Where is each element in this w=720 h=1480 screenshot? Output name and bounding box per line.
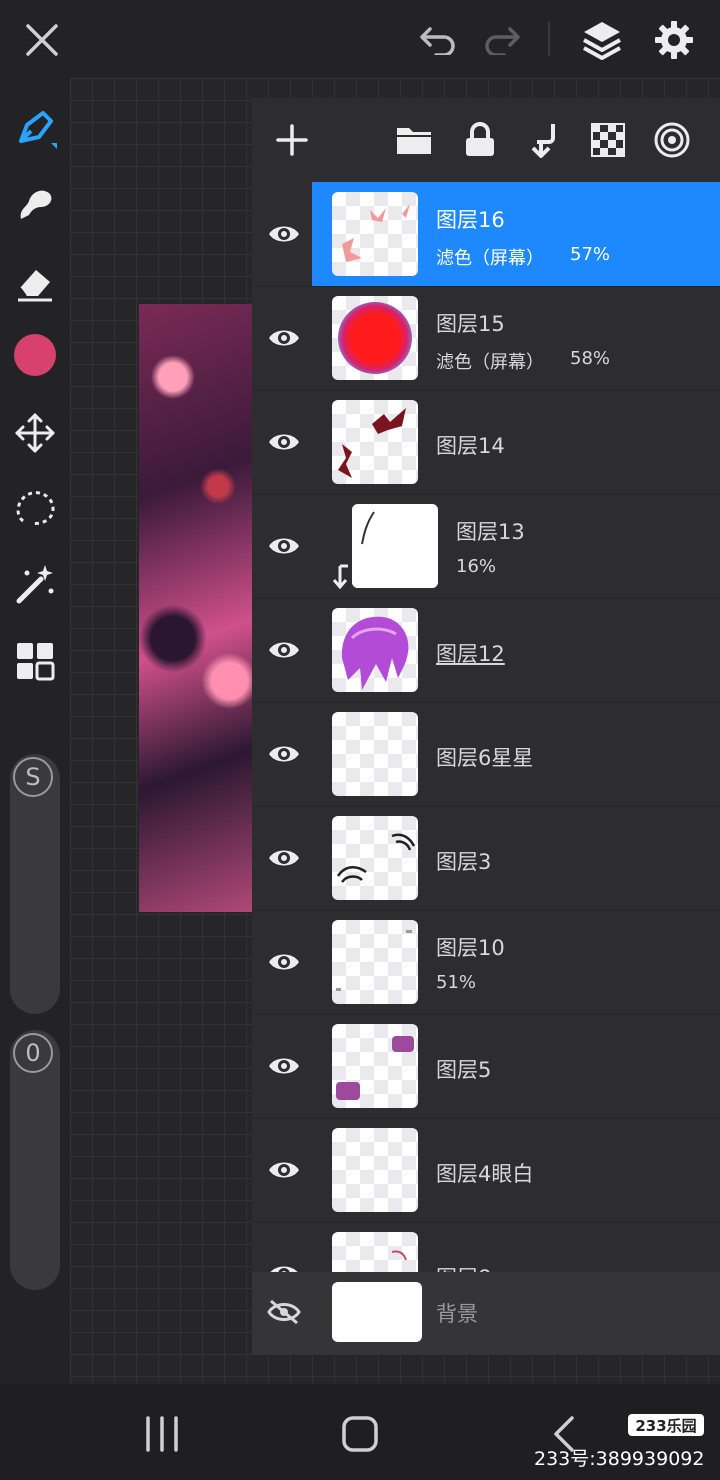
layer-name: 图层4眼白 bbox=[436, 1162, 534, 1186]
layer-thumbnail bbox=[332, 400, 418, 484]
home-icon[interactable] bbox=[340, 1414, 384, 1454]
layer-row[interactable]: 图层14 bbox=[252, 390, 720, 495]
magic-wand-icon[interactable] bbox=[8, 558, 62, 612]
eye-icon[interactable] bbox=[262, 732, 306, 776]
transparency-lock-icon[interactable] bbox=[586, 118, 630, 162]
eye-icon[interactable] bbox=[262, 1044, 306, 1088]
size-slider-knob[interactable]: S bbox=[13, 757, 53, 797]
folder-icon[interactable] bbox=[392, 118, 436, 162]
layer-name: 图层5 bbox=[436, 1058, 492, 1082]
layer-row[interactable]: 图层15 滤色（屏幕） 58% bbox=[252, 286, 720, 391]
layer-thumbnail bbox=[332, 920, 418, 1004]
eye-icon[interactable] bbox=[262, 524, 306, 568]
top-toolbar bbox=[0, 0, 720, 78]
layer-name: 背景 bbox=[436, 1302, 478, 1326]
eye-icon[interactable] bbox=[262, 316, 306, 360]
eye-icon[interactable] bbox=[262, 212, 306, 256]
redo-icon[interactable] bbox=[478, 18, 526, 62]
layer-row[interactable]: 图层5 bbox=[252, 1014, 720, 1119]
layer-thumbnail bbox=[332, 816, 418, 900]
eye-icon[interactable] bbox=[262, 836, 306, 880]
layer-thumbnail bbox=[332, 712, 418, 796]
layers-icon[interactable] bbox=[576, 14, 628, 66]
layer-thumbnail bbox=[352, 504, 438, 588]
layer-row[interactable]: 图层4眼白 bbox=[252, 1118, 720, 1223]
eye-icon[interactable] bbox=[262, 1148, 306, 1192]
recent-apps-icon[interactable] bbox=[140, 1414, 184, 1454]
layers-panel-header bbox=[252, 98, 720, 182]
lasso-select-icon[interactable] bbox=[8, 482, 62, 536]
toolbar-divider bbox=[548, 22, 550, 56]
layer-name: 图层12 bbox=[436, 642, 505, 666]
layer-name: 图层15 bbox=[436, 312, 505, 336]
layers-panel: 图层16 滤色（屏幕） 57% 图层15 滤色（屏幕） 58% 图层14 图层13 16% 图层1… bbox=[252, 98, 720, 1354]
opacity-slider-knob[interactable]: 0 bbox=[13, 1033, 53, 1073]
layer-thumbnail bbox=[332, 608, 418, 692]
blend-mode-icon[interactable] bbox=[650, 118, 694, 162]
smudge-tool-icon[interactable] bbox=[8, 178, 62, 232]
layer-name: 图层14 bbox=[436, 434, 505, 458]
layer-name: 图层6星星 bbox=[436, 746, 534, 770]
layer-name: 图层10 bbox=[436, 936, 505, 960]
brush-tool-icon[interactable] bbox=[8, 102, 62, 156]
eye-icon[interactable] bbox=[262, 940, 306, 984]
eraser-tool-icon[interactable] bbox=[8, 256, 62, 310]
add-layer-icon[interactable] bbox=[270, 118, 314, 162]
eye-icon[interactable] bbox=[262, 420, 306, 464]
transform-tool-icon[interactable] bbox=[8, 406, 62, 460]
layer-opacity: 58% bbox=[570, 348, 611, 369]
layer-thumbnail bbox=[332, 1024, 418, 1108]
lock-icon[interactable] bbox=[458, 118, 502, 162]
watermark-logo: 233乐园 bbox=[628, 1414, 704, 1436]
layer-thumbnail bbox=[332, 1128, 418, 1212]
merge-down-icon[interactable] bbox=[522, 118, 566, 162]
layer-name: 图层3 bbox=[436, 850, 492, 874]
eye-hidden-icon[interactable] bbox=[262, 1290, 306, 1334]
eye-icon[interactable] bbox=[262, 628, 306, 672]
layer-name: 图层13 bbox=[456, 520, 525, 544]
layer-row[interactable]: 图层13 16% bbox=[252, 494, 720, 599]
undo-icon[interactable] bbox=[414, 18, 462, 62]
layer-blend-mode: 滤色（屏幕） bbox=[436, 352, 544, 373]
color-picker-swatch[interactable] bbox=[8, 328, 62, 382]
layer-row[interactable]: 图层6星星 bbox=[252, 702, 720, 807]
clipping-arrow-icon bbox=[330, 564, 350, 590]
layer-opacity: 57% bbox=[570, 244, 611, 265]
layer-opacity: 16% bbox=[456, 556, 497, 577]
left-toolbar: S 0 bbox=[0, 78, 70, 1384]
layer-row[interactable]: 图层10 51% bbox=[252, 910, 720, 1015]
layer-thumbnail bbox=[332, 296, 418, 380]
layer-blend-mode: 滤色（屏幕） bbox=[436, 248, 544, 269]
layer-row[interactable]: 图层12 bbox=[252, 598, 720, 703]
layer-thumbnail bbox=[332, 192, 418, 276]
grid-menu-icon[interactable] bbox=[8, 634, 62, 688]
brush-size-slider[interactable]: S bbox=[10, 754, 60, 1014]
watermark-text: 233号:389939092 bbox=[534, 1448, 705, 1470]
close-icon[interactable] bbox=[20, 18, 64, 62]
gear-icon[interactable] bbox=[648, 14, 700, 66]
layer-thumbnail bbox=[332, 1282, 422, 1342]
layer-name: 图层16 bbox=[436, 208, 505, 232]
layer-row[interactable]: 图层3 bbox=[252, 806, 720, 911]
artwork-preview bbox=[139, 304, 252, 912]
layer-opacity: 51% bbox=[436, 972, 477, 993]
system-navbar: 233乐园 233号:389939092 bbox=[0, 1384, 720, 1480]
brush-opacity-slider[interactable]: 0 bbox=[10, 1030, 60, 1290]
layer-row[interactable]: 图层16 滤色（屏幕） 57% bbox=[252, 182, 720, 287]
background-layer-row[interactable]: 背景 bbox=[252, 1272, 720, 1354]
current-color-icon bbox=[14, 334, 56, 376]
